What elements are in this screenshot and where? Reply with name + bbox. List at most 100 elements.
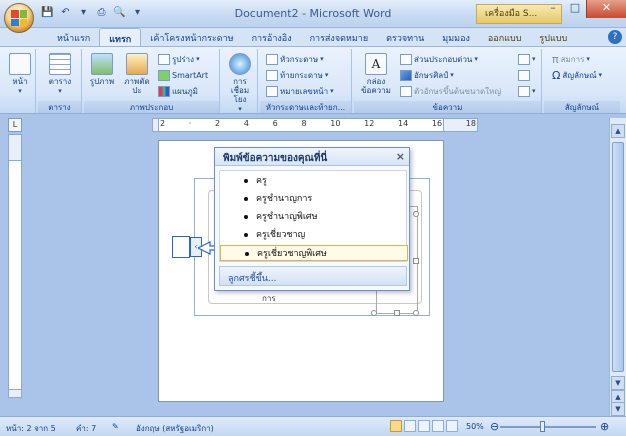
bullet-icon xyxy=(244,233,248,237)
omega-icon: Ω xyxy=(552,68,561,82)
list-item[interactable]: ครู xyxy=(220,173,408,189)
tab-mailings[interactable]: การส่งจดหมาย xyxy=(301,28,378,46)
chart-label: แผนภูมิ xyxy=(172,86,198,96)
help-icon[interactable]: ? xyxy=(608,30,622,44)
table-label: ตาราง xyxy=(48,77,72,86)
tab-insert[interactable]: แทรก xyxy=(99,28,142,46)
tab-design[interactable]: ออกแบบ xyxy=(479,28,531,46)
list-item-text: ครูชำนาญการ xyxy=(256,194,313,204)
next-page-button[interactable]: ▼ xyxy=(611,402,625,416)
office-button[interactable] xyxy=(4,3,34,33)
minimize-button[interactable]: – xyxy=(542,0,564,18)
tab-references[interactable]: การอ้างอิง xyxy=(243,28,301,46)
word-count[interactable]: คำ: 7 xyxy=(76,422,96,435)
ruler-tick: 2 xyxy=(215,119,221,128)
resize-handle[interactable] xyxy=(413,258,419,264)
textbox-button[interactable]: A กล่องข้อความ xyxy=(358,53,394,95)
resize-handle[interactable] xyxy=(413,310,419,316)
outline-view-button[interactable] xyxy=(432,420,444,432)
ruler-tick: 2 xyxy=(160,119,166,128)
dropcap-label: ตัวอักษรขึ้นต้นขนาดใหญ่ xyxy=(414,86,502,96)
maximize-button[interactable]: □ xyxy=(564,0,586,18)
smartart-text-pane: พิมพ์ข้อความของคุณที่นี่ × ครู ครูชำนาญก… xyxy=(214,147,410,291)
tab-selector-button[interactable]: L xyxy=(8,118,22,132)
group-tables: ตาราง ▾ ตาราง xyxy=(38,49,82,113)
date-time-icon xyxy=(518,69,530,81)
scroll-up-button[interactable]: ▲ xyxy=(611,124,625,138)
ribbon-tabs: หน้าแรก แทรก เค้าโครงหน้ากระดาษ การอ้างอ… xyxy=(0,28,626,46)
close-icon[interactable]: × xyxy=(396,150,405,163)
list-item[interactable]: ครูชำนาญการ xyxy=(220,191,408,207)
shapes-button[interactable]: รูปร่าง ▾ xyxy=(158,52,200,66)
group-label-header-footer: หัวกระดาษและท้ายก... xyxy=(260,101,351,113)
chevron-down-icon: ▾ xyxy=(450,71,454,79)
links-label: การเชื่อมโยง xyxy=(230,77,250,104)
ribbon: หน้า ▾ ตาราง ▾ ตาราง รูปภาพ ภาพตัดปะ รูป… xyxy=(0,46,626,114)
list-item-selected[interactable]: ครูเชี่ยวชาญพิเศษ xyxy=(220,245,408,261)
page-number-label: หมายเลขหน้า xyxy=(280,86,329,96)
resize-handle[interactable] xyxy=(413,211,419,217)
quick-parts-button[interactable]: ส่วนประกอบด่วน ▾ xyxy=(400,52,478,66)
web-layout-view-button[interactable] xyxy=(418,420,430,432)
zoom-slider-thumb[interactable] xyxy=(540,421,545,432)
header-button[interactable]: หัวกระดาษ ▾ xyxy=(266,52,324,66)
chevron-down-icon: ▾ xyxy=(196,55,200,63)
pages-button[interactable]: หน้า ▾ xyxy=(9,53,31,96)
symbol-button[interactable]: Ω สัญลักษณ์ ▾ xyxy=(552,68,602,82)
page-number-button[interactable]: หมายเลขหน้า ▾ xyxy=(266,84,334,98)
status-bar: หน้า: 2 จาก 5 คำ: 7 ✎ อังกฤษ (สหรัฐอเมริ… xyxy=(0,416,626,436)
scroll-down-button[interactable]: ▼ xyxy=(611,376,625,390)
signature-line-button[interactable]: ▾ xyxy=(518,52,536,66)
chevron-down-icon: ▾ xyxy=(474,55,478,63)
resize-handle[interactable] xyxy=(394,310,400,316)
footer-button[interactable]: ท้ายกระดาษ ▾ xyxy=(266,68,328,82)
picture-button[interactable]: รูปภาพ xyxy=(88,53,116,86)
bullet-icon xyxy=(244,197,248,201)
text-pane-footer-link[interactable]: ลูกศรชี้ขึ้น... xyxy=(219,266,407,286)
zoom-out-icon[interactable]: ⊖ xyxy=(490,420,499,433)
vertical-scrollbar[interactable]: ▲ ▼ ▲ ▼ xyxy=(609,118,626,416)
resize-handle[interactable] xyxy=(371,310,377,316)
tab-format[interactable]: รูปแบบ xyxy=(530,28,576,46)
links-button[interactable]: การเชื่อมโยง ▾ xyxy=(225,53,255,114)
proofing-icon[interactable]: ✎ xyxy=(112,422,119,431)
group-label-illustrations: ภาพประกอบ xyxy=(84,101,219,113)
ruler-tick: · xyxy=(188,119,192,128)
page-icon xyxy=(9,53,31,75)
language-indicator[interactable]: อังกฤษ (สหรัฐอเมริกา) xyxy=(136,422,214,435)
tab-page-layout[interactable]: เค้าโครงหน้ากระดาษ xyxy=(141,28,242,46)
globe-link-icon xyxy=(229,53,251,75)
chevron-down-icon: ▾ xyxy=(58,87,62,95)
smartart-label: SmartArt xyxy=(172,70,209,80)
draft-view-button[interactable] xyxy=(446,420,458,432)
zoom-in-icon[interactable]: ⊕ xyxy=(600,420,609,433)
text-pane-title: พิมพ์ข้อความของคุณที่นี่ xyxy=(223,153,328,164)
equation-label: สมการ xyxy=(560,54,585,64)
ruler-tick: 6 xyxy=(272,119,278,128)
tab-home[interactable]: หน้าแรก xyxy=(48,28,99,46)
object-button[interactable]: ▾ xyxy=(518,84,536,98)
zoom-level[interactable]: 50% xyxy=(466,422,484,431)
dropcap-button[interactable]: ตัวอักษรขึ้นต้นขนาดใหญ่ xyxy=(400,84,501,98)
table-button[interactable]: ตาราง ▾ xyxy=(46,53,74,96)
list-item-text: ครู xyxy=(256,176,267,186)
wordart-button[interactable]: อักษรศิลป์ ▾ xyxy=(400,68,454,82)
clipart-button[interactable]: ภาพตัดปะ xyxy=(122,53,152,95)
close-button[interactable]: ✕ xyxy=(586,0,626,18)
zoom-slider-track[interactable] xyxy=(500,426,596,428)
smartart-button[interactable]: SmartArt xyxy=(158,68,208,82)
chart-button[interactable]: แผนภูมิ xyxy=(158,84,198,98)
full-screen-view-button[interactable] xyxy=(404,420,416,432)
scroll-thumb[interactable] xyxy=(612,142,624,372)
list-item-text: ครูเชี่ยวชาญ xyxy=(256,230,306,240)
list-item[interactable]: ครูเชี่ยวชาญ xyxy=(220,227,408,243)
list-item[interactable]: ครูชำนาญพิเศษ xyxy=(220,209,408,225)
tab-review[interactable]: ตรวจทาน xyxy=(377,28,433,46)
print-layout-view-button[interactable] xyxy=(390,420,402,432)
text-pane-toggle[interactable] xyxy=(172,236,190,258)
equation-button[interactable]: π สมการ ▾ xyxy=(552,52,590,66)
pages-label: หน้า xyxy=(12,77,28,86)
date-time-button[interactable] xyxy=(518,68,530,82)
tab-view[interactable]: มุมมอง xyxy=(433,28,479,46)
page-count[interactable]: หน้า: 2 จาก 5 xyxy=(6,422,56,435)
